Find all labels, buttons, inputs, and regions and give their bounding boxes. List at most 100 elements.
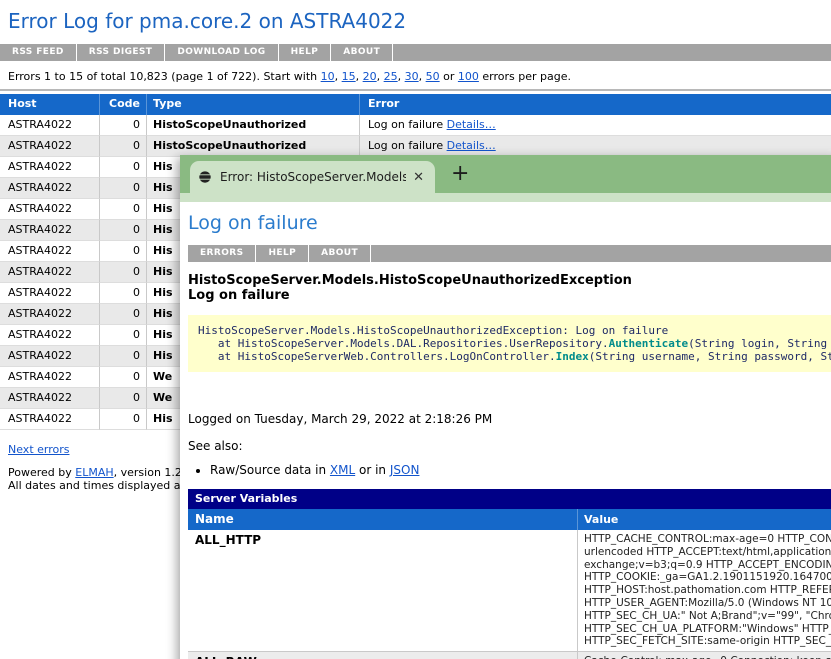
cell-host: ASTRA4022: [0, 325, 100, 346]
page-title: Error Log for pma.core.2 on ASTRA4022: [8, 9, 831, 33]
cell-code: 0: [100, 178, 147, 199]
powered-by: Powered by ELMAH, version 1.2.1 All date…: [8, 466, 180, 492]
cell-code: 0: [100, 199, 147, 220]
detail-toolbar-button[interactable]: ABOUT: [309, 245, 371, 262]
cell-code: 0: [100, 346, 147, 367]
table-row: ASTRA4022 0 HistoScopeUnauthorized Log o…: [0, 115, 831, 136]
exception-block: HistoScopeServer.Models.HistoScopeUnauth…: [188, 273, 831, 303]
cell-code: 0: [100, 220, 147, 241]
toolbar-button[interactable]: ABOUT: [331, 44, 393, 61]
sv-row-all-http: ALL_HTTP HTTP_CACHE_CONTROL:max-age=0 HT…: [188, 530, 831, 652]
error-text: Log on failure: [368, 118, 447, 131]
json-link[interactable]: JSON: [390, 463, 420, 477]
sv-name: ALL_HTTP: [188, 530, 578, 651]
header-host: Host: [0, 94, 100, 115]
toolbar-button[interactable]: HELP: [279, 44, 332, 61]
page-size-link[interactable]: 25: [384, 70, 398, 83]
stack-post: (String login, String: [688, 337, 831, 350]
next-errors-link[interactable]: Next errors: [8, 443, 69, 456]
sv-value-line: HTTP_SEC_CH_UA_PLATFORM:"Windows" HTTP_O…: [584, 623, 831, 636]
toolbar-button[interactable]: RSS DIGEST: [77, 44, 166, 61]
page-size-link[interactable]: 30: [405, 70, 419, 83]
page-size-link[interactable]: 50: [426, 70, 440, 83]
cell-code: 0: [100, 157, 147, 178]
toolbar-button[interactable]: RSS FEED: [0, 44, 77, 61]
active-tab[interactable]: Error: HistoScopeServer.Models.H ✕: [190, 161, 435, 193]
page-size-separator: or: [440, 70, 458, 83]
browser-tab-bar: Error: HistoScopeServer.Models.H ✕ +: [180, 155, 831, 193]
powered-prefix: Powered by: [8, 466, 75, 479]
cell-host: ASTRA4022: [0, 115, 100, 136]
cell-code: 0: [100, 136, 147, 157]
page-size-item: 50 or: [426, 70, 458, 83]
page-size-link[interactable]: 100: [458, 70, 479, 83]
header-code: Code: [100, 94, 147, 115]
stack-post: (String username, String password, St: [589, 350, 831, 363]
detail-toolbar-button[interactable]: ERRORS: [188, 245, 256, 262]
cell-error: Log on failure Details…: [360, 136, 831, 157]
server-variables-title: Server Variables: [188, 489, 831, 509]
errors-table-header: Host Code Type Error: [0, 94, 831, 115]
error-detail-content: Log on failure ERRORSHELPABOUT HistoScop…: [180, 202, 831, 659]
cell-code: 0: [100, 304, 147, 325]
page-size-link[interactable]: 10: [321, 70, 335, 83]
cell-code: 0: [100, 409, 147, 430]
stack-method: Authenticate: [609, 337, 688, 350]
stack-trace-line: HistoScopeServer.Models.HistoScopeUnauth…: [198, 324, 831, 337]
see-also-middle: or in: [355, 463, 390, 477]
error-text: Log on failure: [368, 139, 447, 152]
footer-area: Next errors Powered by ELMAH, version 1.…: [0, 430, 180, 492]
tab-close-icon[interactable]: ✕: [410, 170, 427, 185]
cell-host: ASTRA4022: [0, 346, 100, 367]
page-size-item: 20,: [363, 70, 384, 83]
elmah-link[interactable]: ELMAH: [75, 466, 113, 479]
server-variables-header: Name Value: [188, 509, 831, 530]
sv-row-all-raw: ALL_RAW Cache-Control: max-age=0 Connect…: [188, 652, 831, 659]
xml-link[interactable]: XML: [330, 463, 355, 477]
cell-host: ASTRA4022: [0, 367, 100, 388]
cell-host: ASTRA4022: [0, 178, 100, 199]
sv-value-line: HTTP_USER_AGENT:Mozilla/5.0 (Windows NT …: [584, 597, 831, 610]
see-also-item: Raw/Source data in XML or in JSON: [210, 463, 831, 477]
page-size-item: 30,: [405, 70, 426, 83]
stack-pre: HistoScopeServer.Models.HistoScopeUnauth…: [198, 324, 668, 337]
new-tab-icon[interactable]: +: [451, 163, 469, 185]
details-link[interactable]: Details…: [447, 139, 496, 152]
stack-trace-line: at HistoScopeServer.Models.DAL.Repositor…: [198, 337, 831, 350]
see-also-prefix: Raw/Source data in: [210, 463, 330, 477]
cell-host: ASTRA4022: [0, 262, 100, 283]
stack-trace-block: HistoScopeServer.Models.HistoScopeUnauth…: [188, 315, 831, 372]
cell-code: 0: [100, 283, 147, 304]
exception-type: HistoScopeServer.Models.HistoScopeUnauth…: [188, 273, 831, 288]
cell-code: 0: [100, 262, 147, 283]
page-size-separator: ,: [398, 70, 405, 83]
cell-code: 0: [100, 325, 147, 346]
page-size-separator: errors per page.: [479, 70, 571, 83]
page-size-link[interactable]: 20: [363, 70, 377, 83]
sv-value-line: HTTP_HOST:host.pathomation.com HTTP_REFE…: [584, 584, 831, 597]
powered-suffix: , version 1.2.1: [114, 466, 180, 479]
sv-value-line: Cache-Control: max-age=0 Connection: kee…: [584, 655, 831, 659]
cell-host: ASTRA4022: [0, 157, 100, 178]
stack-trace-line: at HistoScopeServerWeb.Controllers.LogOn…: [198, 350, 831, 363]
page-size-item: 10,: [321, 70, 342, 83]
page-size-link[interactable]: 15: [342, 70, 356, 83]
toolbar-button[interactable]: DOWNLOAD LOG: [165, 44, 278, 61]
cell-host: ASTRA4022: [0, 241, 100, 262]
sv-value-line: HTTP_SEC_FETCH_SITE:same-origin HTTP_SEC…: [584, 635, 831, 648]
cell-code: 0: [100, 115, 147, 136]
cell-code: 0: [100, 367, 147, 388]
page-size-item: 15,: [342, 70, 363, 83]
sv-value-header: Value: [578, 509, 831, 530]
logged-on-text: Logged on Tuesday, March 29, 2022 at 2:1…: [188, 412, 831, 426]
main-toolbar: RSS FEEDRSS DIGESTDOWNLOAD LOGHELPABOUT: [0, 44, 831, 61]
cell-host: ASTRA4022: [0, 136, 100, 157]
page-size-separator: ,: [377, 70, 384, 83]
details-link[interactable]: Details…: [447, 118, 496, 131]
detail-toolbar-button[interactable]: HELP: [256, 245, 309, 262]
page-size-separator: ,: [419, 70, 426, 83]
sv-value-line: HTTP_CACHE_CONTROL:max-age=0 HTTP_CONNEC…: [584, 533, 831, 546]
page-size-item: 100 errors per page.: [458, 70, 571, 83]
stack-pre: at HistoScopeServerWeb.Controllers.LogOn…: [198, 350, 556, 363]
tab-title: Error: HistoScopeServer.Models.H: [220, 170, 406, 184]
